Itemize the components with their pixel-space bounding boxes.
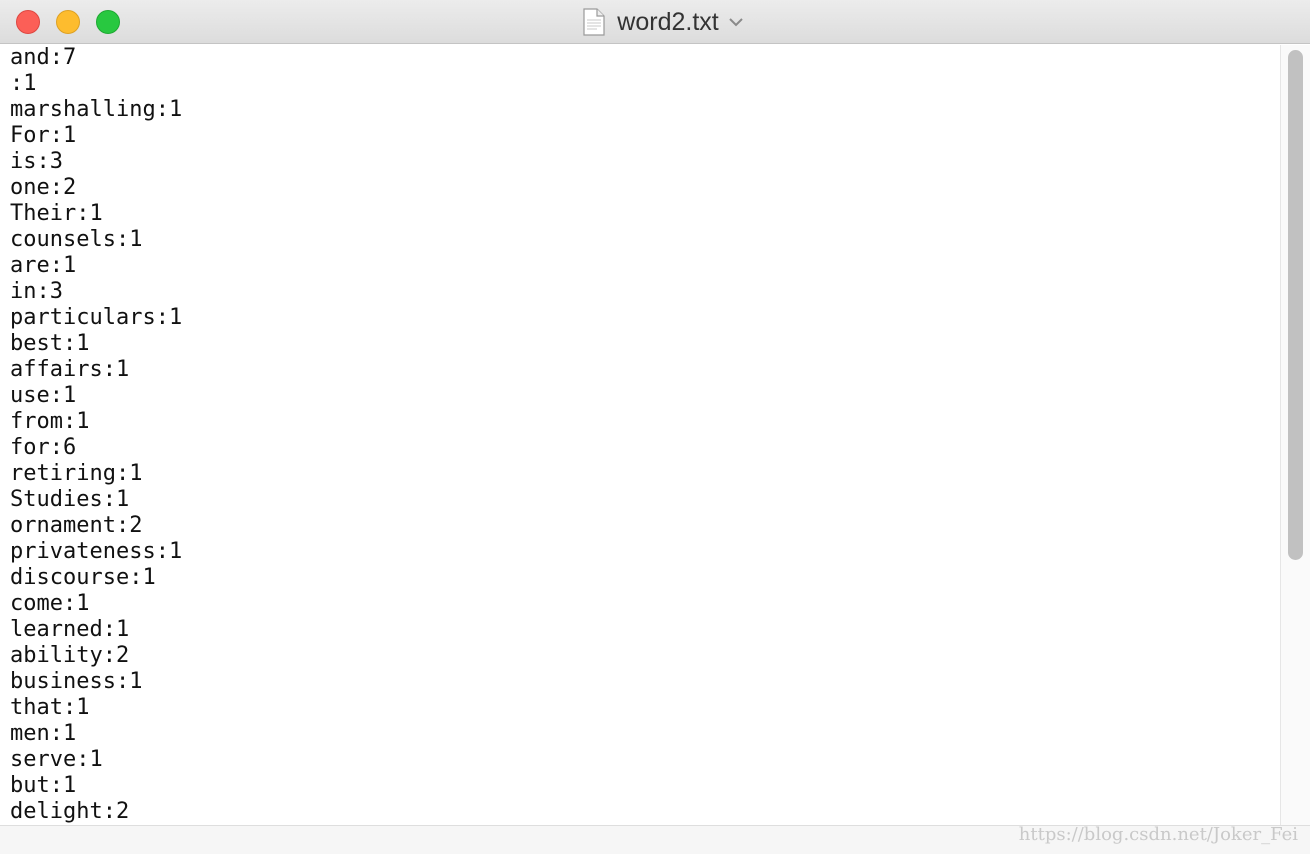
- text-line: counsels:1: [10, 227, 143, 252]
- text-line: For:1: [10, 123, 77, 148]
- text-line: is:3: [10, 149, 63, 174]
- title-bar[interactable]: word2.txt: [0, 0, 1310, 44]
- text-line: best:1: [10, 331, 90, 356]
- text-line: are:1: [10, 253, 77, 278]
- text-line: ability:2: [10, 643, 130, 668]
- text-line: :1: [10, 71, 37, 96]
- text-line: use:1: [10, 383, 77, 408]
- text-line: ornament:2: [10, 513, 143, 538]
- text-line: but:1: [10, 773, 77, 798]
- text-editor-window: word2.txt and:7 :1 marshalling:1 For:1 i…: [0, 0, 1310, 854]
- text-content-area[interactable]: and:7 :1 marshalling:1 For:1 is:3 one:2 …: [0, 45, 1280, 825]
- text-line: Studies:1: [10, 487, 130, 512]
- text-line: affairs:1: [10, 357, 130, 382]
- text-line: serve:1: [10, 747, 103, 772]
- text-line: privateness:1: [10, 539, 183, 564]
- text-line: discourse:1: [10, 565, 156, 590]
- chevron-down-icon[interactable]: [729, 17, 743, 27]
- text-line: from:1: [10, 409, 90, 434]
- vertical-scrollbar-thumb[interactable]: [1288, 50, 1303, 560]
- text-line: learned:1: [10, 617, 130, 642]
- text-line: that:1: [10, 695, 90, 720]
- text-line: delight:2: [10, 799, 130, 824]
- text-line: particulars:1: [10, 305, 183, 330]
- title-group[interactable]: word2.txt: [0, 0, 1310, 44]
- text-line: men:1: [10, 721, 77, 746]
- text-line: business:1: [10, 669, 143, 694]
- text-line: retiring:1: [10, 461, 143, 486]
- text-line: one:2: [10, 175, 77, 200]
- text-line: marshalling:1: [10, 97, 183, 122]
- text-line: in:3: [10, 279, 63, 304]
- watermark-text: https://blog.csdn.net/Joker_Fei: [1018, 824, 1298, 845]
- text-line: come:1: [10, 591, 90, 616]
- window-title: word2.txt: [617, 7, 719, 36]
- text-line: for:6: [10, 435, 77, 460]
- text-line: Their:1: [10, 201, 103, 226]
- text-line: and:7: [10, 45, 77, 70]
- document-icon: [583, 8, 605, 36]
